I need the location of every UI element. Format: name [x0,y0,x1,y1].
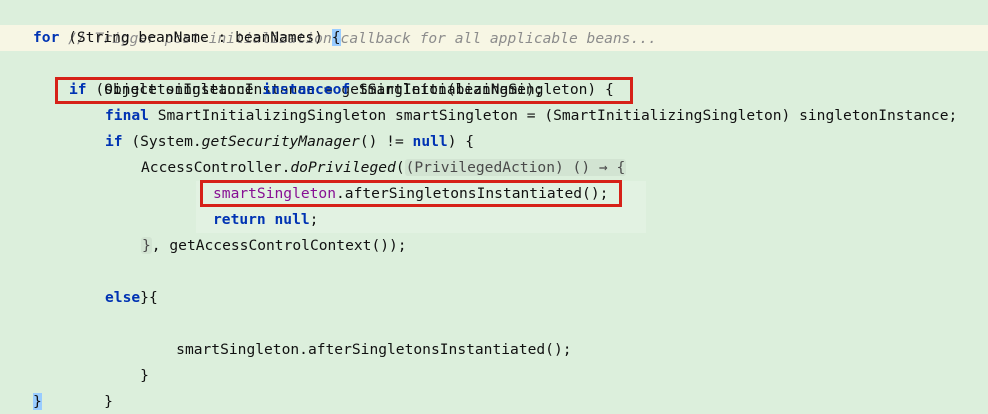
keyword-return: return [213,211,266,228]
code-text: (System. [122,133,202,150]
folded-lambda-end[interactable]: } [141,237,152,254]
code-line-10[interactable]: }, getAccessControlContext()); [141,233,407,259]
highlight-box-callback-call [200,180,622,207]
keyword-final: final [105,107,149,124]
code-line-9[interactable]: return null; [213,207,318,233]
matched-brace: } [33,393,42,410]
code-text: } [104,393,113,410]
code-text: ) { [447,133,475,150]
code-line-7[interactable]: AccessController.doPrivileged((Privilege… [141,155,627,181]
code-line-13[interactable]: smartSingleton.afterSingletonsInstantiat… [141,311,571,358]
code-line-6[interactable]: if (System.getSecurityManager() != null)… [105,129,474,155]
code-line-5[interactable]: final SmartInitializingSingleton smartSi… [105,103,957,129]
code-text: SmartInitializingSingleton smartSingleto… [148,107,958,124]
code-text: () != [359,133,413,150]
code-text: smartSingleton.afterSingletonsInstantiat… [176,341,572,358]
code-text: AccessController. [141,159,291,176]
keyword-else: else [105,289,141,306]
keyword-null: null [412,133,448,150]
code-line-15[interactable]: } [69,363,113,410]
static-method-call: getSecurityManager [201,133,360,150]
code-line-12[interactable]: else { [105,285,158,311]
folded-lambda-hint[interactable]: (PrivilegedAction) () → { [404,159,627,176]
static-method-call: doPrivileged [290,159,396,176]
matched-brace: { [331,29,341,46]
code-text: , getAccessControlContext()); [151,237,407,254]
code-line-16[interactable]: } [33,389,42,414]
highlight-box-instanceof-check [55,77,633,104]
code-line-11[interactable]: } [105,259,149,306]
code-editor[interactable]: // Trigger post-initialization callback … [0,0,988,414]
code-line-2[interactable]: for (String beanName : beanNames) { [33,25,341,51]
keyword-for: for [33,29,60,46]
code-text: ( [395,159,405,176]
code-text: ; [309,211,319,228]
code-line-3[interactable]: Object singletonInstance = getSingleton(… [69,51,543,98]
code-text: } [140,367,149,384]
code-line-1[interactable]: // Trigger post-initialization callback … [33,0,657,47]
keyword-null: null [274,211,310,228]
code-text: { [140,289,158,306]
keyword-if: if [105,133,123,150]
code-line-14[interactable]: } [105,337,149,384]
code-text: (String beanName : beanNames) [59,29,332,46]
